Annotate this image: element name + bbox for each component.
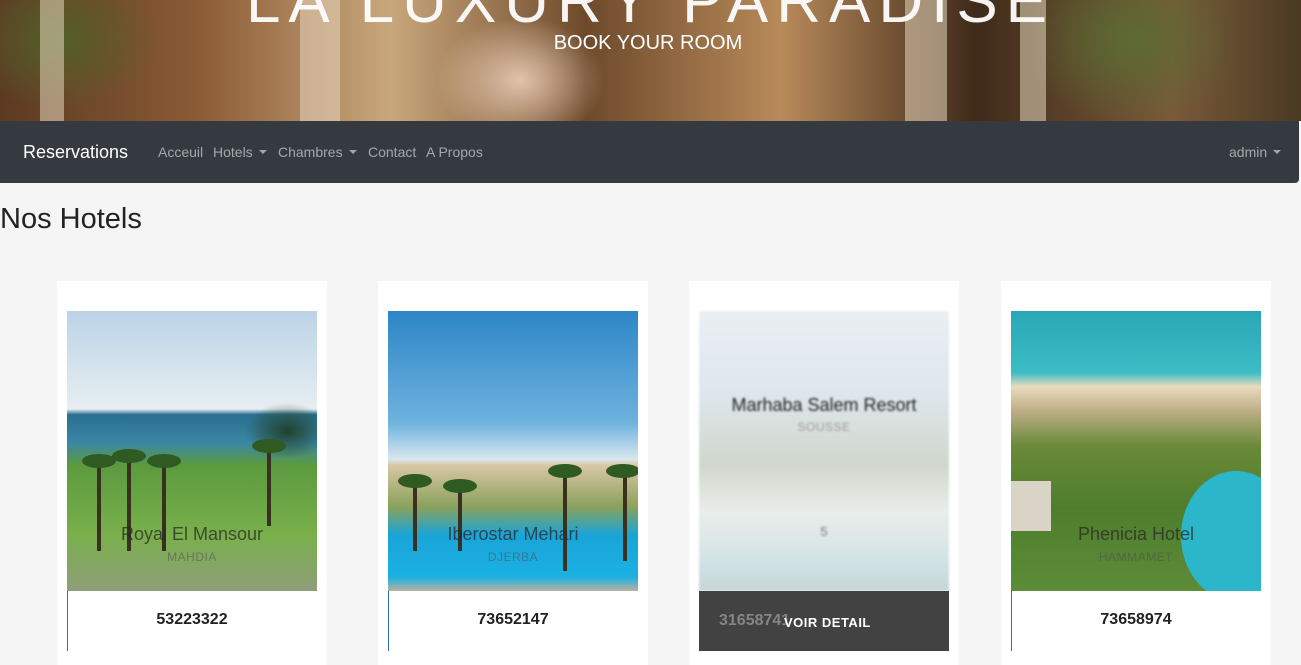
- nav-link-label: A Propos: [426, 144, 483, 160]
- hotel-image: Phenicia Hotel HAMMAMET: [1011, 311, 1261, 591]
- palm-tree-icon: [623, 471, 627, 561]
- hotel-city: MAHDIA: [167, 550, 217, 564]
- hotel-city: DJERBA: [487, 550, 539, 564]
- hotel-city: SOUSSE: [797, 420, 851, 434]
- hero-banner: LA LUXURY PARADISE BOOK YOUR ROOM: [0, 0, 1301, 121]
- hotel-image: Royal El Mansour MAHDIA: [67, 311, 317, 591]
- page-title: Nos Hotels: [0, 203, 142, 235]
- navbar-brand[interactable]: Reservations: [23, 142, 128, 163]
- nav-dropdown-chambres[interactable]: Chambres: [278, 144, 357, 160]
- nav-link-label: Chambres: [278, 144, 343, 160]
- nav-link-label: Hotels: [213, 144, 253, 160]
- hover-overlay: [699, 311, 949, 591]
- voir-detail-button[interactable]: 31658741 VOIR DETAIL: [699, 591, 949, 651]
- nav-link-label: Contact: [368, 144, 417, 160]
- palm-frond: [398, 474, 432, 488]
- nav-link-acceuil[interactable]: Acceuil: [158, 144, 203, 160]
- hotel-phone: 73658974: [1100, 611, 1172, 628]
- palm-frond: [82, 454, 116, 468]
- hotel-city: HAMMAMET: [1099, 550, 1173, 564]
- nav-link-contact[interactable]: Contact: [368, 144, 416, 160]
- hotel-image: Iberostar Mehari DJERBA: [388, 311, 638, 591]
- nav-link-apropos[interactable]: A Propos: [426, 144, 483, 160]
- nav-link-label: Acceuil: [158, 144, 204, 160]
- nav-dropdown-hotels[interactable]: Hotels: [213, 144, 267, 160]
- hotel-card-hovered[interactable]: Marhaba Salem Resort SOUSSE 5 31658741 V…: [689, 281, 959, 665]
- hotel-name: Phenicia Hotel: [1077, 524, 1195, 544]
- hotel-card[interactable]: Royal El Mansour MAHDIA 53223322: [57, 281, 327, 665]
- hotel-card[interactable]: Iberostar Mehari DJERBA 73652147: [378, 281, 648, 665]
- voir-detail-label: VOIR DETAIL: [784, 615, 871, 630]
- hotel-name: Iberostar Mehari: [447, 524, 579, 544]
- caret-down-icon: [1273, 150, 1282, 154]
- palm-frond: [548, 464, 582, 478]
- main-navbar: Reservations Acceuil Hotels Chambres Con…: [0, 121, 1299, 183]
- user-menu-dropdown[interactable]: admin: [1229, 144, 1282, 160]
- palm-frond: [606, 464, 638, 478]
- banner-subtitle: BOOK YOUR ROOM: [553, 32, 743, 54]
- hotel-image: Marhaba Salem Resort SOUSSE 5: [699, 311, 949, 591]
- hotel-rating: 5: [820, 524, 828, 539]
- hotel-card[interactable]: Phenicia Hotel HAMMAMET 73658974: [1001, 281, 1271, 665]
- palm-frond: [443, 479, 477, 493]
- user-name: admin: [1229, 144, 1268, 160]
- hotel-name: Royal El Mansour: [120, 524, 264, 544]
- hotel-name: Marhaba Salem Resort: [731, 395, 917, 415]
- palm-frond: [252, 439, 286, 453]
- palm-frond: [112, 449, 146, 463]
- hotel-phone: 73652147: [477, 611, 549, 628]
- hotel-phone: 53223322: [156, 611, 228, 628]
- palm-frond: [147, 454, 181, 468]
- hotel-phone: 31658741: [719, 612, 791, 629]
- palm-tree-icon: [267, 446, 271, 526]
- caret-down-icon: [348, 150, 357, 154]
- caret-down-icon: [258, 150, 267, 154]
